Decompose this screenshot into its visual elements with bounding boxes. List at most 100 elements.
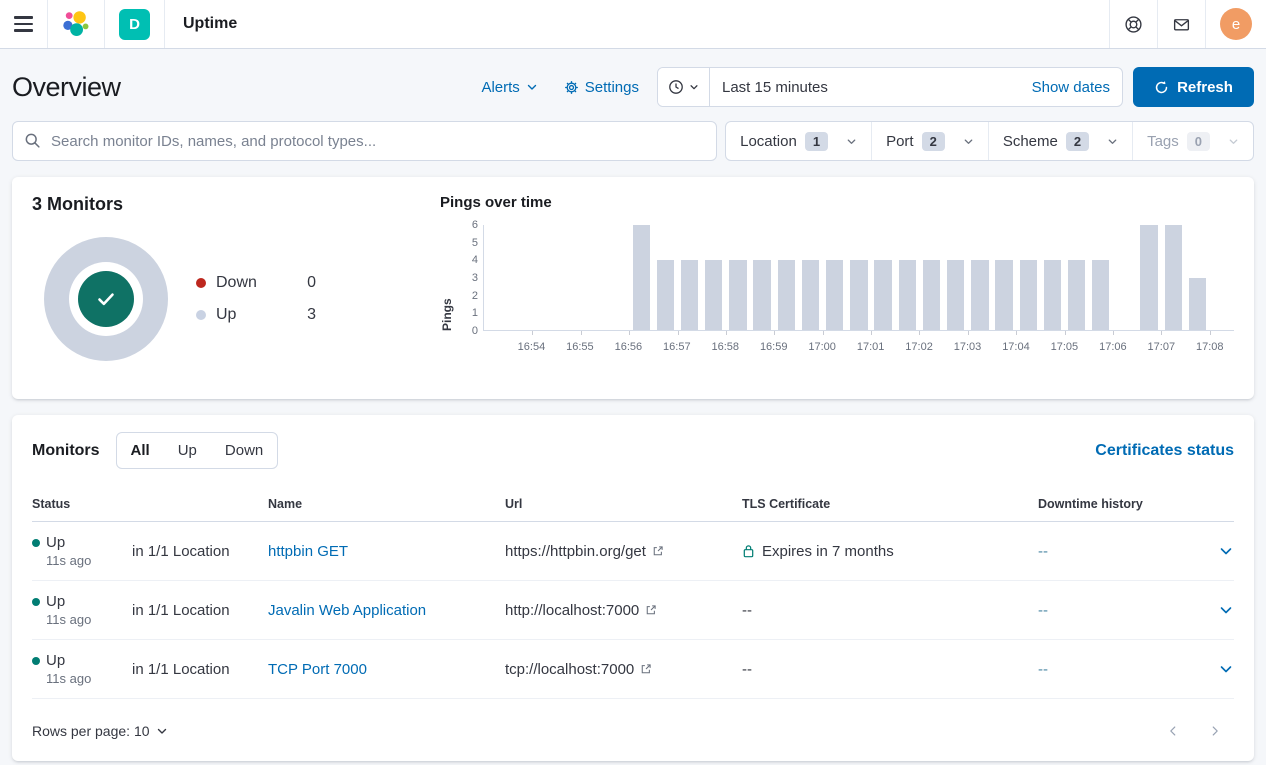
legend-down-label: Down xyxy=(216,274,257,292)
last-check-time: 11s ago xyxy=(32,553,132,568)
url-text: tcp://localhost:7000 xyxy=(505,661,634,678)
page-header: Overview Alerts Settings xyxy=(12,67,1254,107)
user-menu-button[interactable]: e xyxy=(1205,0,1266,48)
filter-location[interactable]: Location 1 xyxy=(726,122,872,160)
snapshot-panel: 3 Monitors Down 0 xyxy=(12,177,1254,399)
downtime-history: -- xyxy=(1038,543,1196,560)
hamburger-menu-icon[interactable] xyxy=(14,16,33,32)
monitor-name-link[interactable]: TCP Port 7000 xyxy=(268,661,367,678)
external-link-icon xyxy=(652,545,664,557)
filter-scheme[interactable]: Scheme 2 xyxy=(989,122,1133,160)
menu-section xyxy=(0,0,48,48)
status-text: Up xyxy=(46,534,65,551)
col-tls: TLS Certificate xyxy=(742,497,1038,511)
refresh-button[interactable]: Refresh xyxy=(1133,67,1254,107)
filter-tags: Tags 0 xyxy=(1133,122,1253,160)
legend-up-value: 3 xyxy=(307,306,316,324)
time-range-value[interactable]: Last 15 minutes xyxy=(710,79,1020,96)
alerts-dropdown-button[interactable]: Alerts xyxy=(473,73,545,102)
filter-location-label: Location xyxy=(740,133,797,150)
quick-select-button[interactable] xyxy=(658,68,710,106)
expand-row-button[interactable] xyxy=(1196,661,1234,677)
legend-item-up: Up 3 xyxy=(196,306,316,324)
status-text: Up xyxy=(46,593,65,610)
rows-per-page-button[interactable]: Rows per page: 10 xyxy=(32,723,168,739)
check-icon xyxy=(93,286,119,312)
help-icon xyxy=(1124,15,1143,34)
monitors-table: Status Name Url TLS Certificate Downtime… xyxy=(32,491,1234,699)
settings-button[interactable]: Settings xyxy=(556,73,647,102)
status-text: Up xyxy=(46,652,65,669)
filter-port[interactable]: Port 2 xyxy=(872,122,989,160)
y-axis-ticks: 0123456 xyxy=(458,225,478,331)
monitor-name-link[interactable]: httpbin GET xyxy=(268,543,348,560)
space-selector[interactable]: D xyxy=(105,0,165,48)
location-text: in 1/1 Location xyxy=(132,602,268,619)
previous-page-button[interactable] xyxy=(1166,724,1180,738)
monitor-url-link[interactable]: https://httpbin.org/get xyxy=(505,543,742,560)
last-check-time: 11s ago xyxy=(32,612,132,627)
chevron-down-icon xyxy=(1107,136,1118,147)
chevron-down-icon xyxy=(1218,602,1234,618)
envelope-icon xyxy=(1172,15,1191,34)
alerts-label: Alerts xyxy=(481,79,519,96)
show-dates-button[interactable]: Show dates xyxy=(1020,79,1122,96)
table-header-row: Status Name Url TLS Certificate Downtime… xyxy=(32,491,1234,522)
gear-icon xyxy=(564,80,579,95)
chevron-down-icon xyxy=(846,136,857,147)
col-downtime: Downtime history xyxy=(1038,497,1196,511)
legend-item-down: Down 0 xyxy=(196,274,316,292)
monitor-url-link[interactable]: http://localhost:7000 xyxy=(505,602,742,619)
refresh-icon xyxy=(1154,80,1169,95)
search-box xyxy=(12,121,717,161)
tls-text: Expires in 7 months xyxy=(762,543,894,560)
controls-row: Location 1 Port 2 Scheme 2 xyxy=(12,121,1254,161)
refresh-label: Refresh xyxy=(1177,79,1233,96)
filter-port-label: Port xyxy=(886,133,914,150)
tls-text: -- xyxy=(742,602,752,619)
chevron-down-icon xyxy=(689,82,699,92)
status-donut-chart xyxy=(44,237,168,361)
pings-chart-title: Pings over time xyxy=(440,194,1234,211)
clock-icon xyxy=(668,79,684,95)
avatar[interactable]: e xyxy=(1220,8,1252,40)
col-status: Status xyxy=(32,497,132,511)
downtime-history: -- xyxy=(1038,661,1196,678)
pings-plot xyxy=(483,225,1234,331)
table-row: Up 11s ago in 1/1 Location Javalin Web A… xyxy=(32,581,1234,640)
breadcrumb-app-title[interactable]: Uptime xyxy=(179,15,237,33)
tab-down[interactable]: Down xyxy=(211,433,277,468)
newsfeed-button[interactable] xyxy=(1157,0,1205,48)
monitor-name-link[interactable]: Javalin Web Application xyxy=(268,602,426,619)
elastic-logo-icon xyxy=(62,10,90,38)
chevron-down-icon xyxy=(156,725,168,737)
filter-tags-count: 0 xyxy=(1187,132,1210,151)
expand-row-button[interactable] xyxy=(1196,543,1234,559)
filter-tags-label: Tags xyxy=(1147,133,1179,150)
pings-bars xyxy=(484,225,1234,330)
last-check-time: 11s ago xyxy=(32,671,132,686)
chevron-down-icon xyxy=(1218,543,1234,559)
search-input[interactable] xyxy=(12,121,717,161)
elastic-logo[interactable] xyxy=(48,0,105,48)
status-filter-tabs: All Up Down xyxy=(116,432,279,469)
expand-row-button[interactable] xyxy=(1196,602,1234,618)
lock-icon xyxy=(742,544,755,558)
col-name: Name xyxy=(268,497,505,511)
col-url: Url xyxy=(505,497,742,511)
tab-up[interactable]: Up xyxy=(164,433,211,468)
chevron-down-icon xyxy=(1218,661,1234,677)
chevron-right-icon xyxy=(1208,724,1222,738)
chevron-down-icon xyxy=(1228,136,1239,147)
x-axis-ticks: 16:5416:5516:5616:5716:5816:5917:0017:01… xyxy=(483,331,1234,355)
external-link-icon xyxy=(645,604,657,616)
location-text: in 1/1 Location xyxy=(132,543,268,560)
monitor-url-link[interactable]: tcp://localhost:7000 xyxy=(505,661,742,678)
certificates-status-link[interactable]: Certificates status xyxy=(1095,442,1234,460)
tab-all[interactable]: All xyxy=(117,433,164,468)
help-menu-button[interactable] xyxy=(1109,0,1157,48)
up-status-dot-icon xyxy=(32,598,40,606)
legend-up-label: Up xyxy=(216,306,236,324)
next-page-button[interactable] xyxy=(1208,724,1222,738)
space-badge[interactable]: D xyxy=(119,9,150,40)
